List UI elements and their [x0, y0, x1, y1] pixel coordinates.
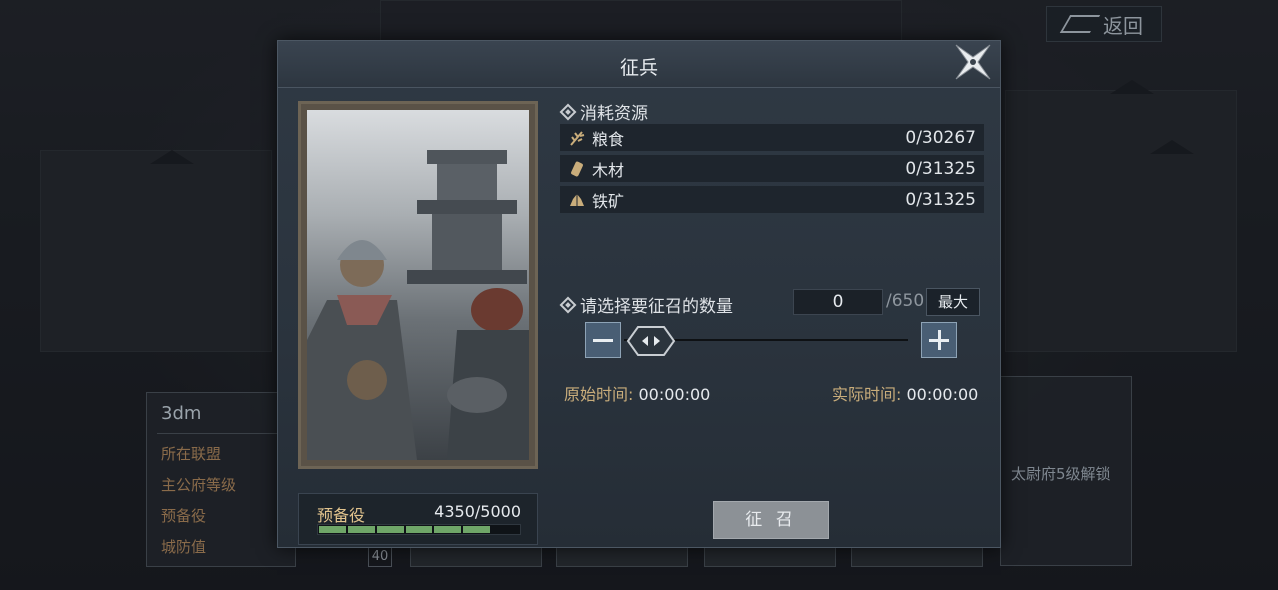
minus-icon: [593, 338, 613, 342]
reserve-panel: 预备役 4350/5000: [298, 493, 538, 545]
bottom-tile[interactable]: [556, 545, 688, 567]
back-arrow-icon: [1059, 15, 1101, 33]
original-time: 原始时间: 00:00:00: [564, 381, 710, 405]
reserve-segment: [319, 526, 346, 533]
reserve-progress-bar: [317, 524, 521, 535]
bottom-tile[interactable]: [704, 545, 836, 567]
resource-value: 0/31325: [905, 189, 976, 210]
diamond-bullet-icon: [559, 103, 577, 120]
quantity-heading-text: 请选择要征召的数量: [580, 297, 733, 317]
resource-value: 0/31325: [905, 158, 976, 179]
actual-time-value: 00:00:00: [906, 385, 979, 404]
diamond-bullet-icon: [559, 296, 577, 313]
decrease-button[interactable]: [585, 322, 621, 358]
grain-icon: [570, 130, 585, 146]
reserve-segment: [492, 526, 519, 533]
max-button[interactable]: 最大: [926, 288, 980, 316]
resource-row: 木材 0/31325: [560, 155, 984, 182]
back-button[interactable]: 返回: [1046, 6, 1162, 42]
resource-name: 木材: [592, 160, 625, 180]
slider-handle[interactable]: [626, 325, 676, 357]
quantity-heading: 请选择要征召的数量: [559, 292, 733, 317]
soldier-portrait-frame: [298, 101, 538, 469]
reserve-segment: [463, 526, 491, 533]
quantity-input[interactable]: 0: [793, 289, 883, 315]
tile-number: 40: [368, 545, 392, 567]
resource-name: 铁矿: [592, 191, 625, 211]
unlock-text: 太尉府5级解锁: [1011, 465, 1111, 483]
info-row: 所在联盟: [161, 445, 222, 463]
info-row: 预备役: [161, 507, 207, 525]
resource-row: 铁矿 0/31325: [560, 186, 984, 213]
bottom-tile[interactable]: [851, 545, 983, 567]
wood-icon: [571, 161, 583, 176]
original-time-value: 00:00:00: [638, 385, 711, 404]
back-label: 返回: [1103, 13, 1143, 38]
info-row: 城防值: [161, 538, 207, 556]
quantity-max: /650: [886, 291, 925, 311]
original-time-label: 原始时间:: [564, 385, 634, 404]
soldier-portrait: [307, 110, 529, 460]
iron-ore-icon: [570, 193, 584, 206]
dialog-header: 征兵: [278, 41, 1000, 88]
resource-value: 0/30267: [905, 127, 976, 148]
reserve-segment: [405, 526, 433, 533]
reserve-value: 4350/5000: [434, 502, 521, 521]
resources-heading: 消耗资源: [559, 99, 648, 124]
recruit-dialog: 征兵 消耗资源 粮食 0/30267 木材 0/31325 铁矿 0/31325…: [277, 40, 1001, 548]
plus-icon-vertical: [937, 330, 941, 350]
increase-button[interactable]: [921, 322, 957, 358]
actual-time-label: 实际时间:: [832, 385, 902, 404]
reserve-label: 预备役: [317, 506, 366, 525]
bottom-tile[interactable]: [410, 545, 542, 567]
soldier-illustration: [307, 150, 529, 460]
resource-name: 粮食: [592, 129, 625, 149]
info-row: 主公府等级: [161, 476, 237, 494]
reserve-segment: [434, 526, 462, 533]
reserve-segment: [347, 526, 375, 533]
recruit-button[interactable]: 征 召: [713, 501, 829, 539]
dialog-title: 征兵: [619, 57, 658, 79]
city-info-panel: 3dm 所在联盟 主公府等级 预备役 城防值: [146, 392, 347, 567]
locked-building-panel: 太尉府5级解锁: [1000, 376, 1132, 566]
reserve-segment: [376, 526, 404, 533]
actual-time: 实际时间: 00:00:00: [832, 381, 978, 405]
close-icon[interactable]: [950, 39, 996, 85]
resource-row: 粮食 0/30267: [560, 124, 984, 151]
player-name: 3dm: [161, 403, 202, 424]
resources-heading-text: 消耗资源: [580, 104, 648, 124]
